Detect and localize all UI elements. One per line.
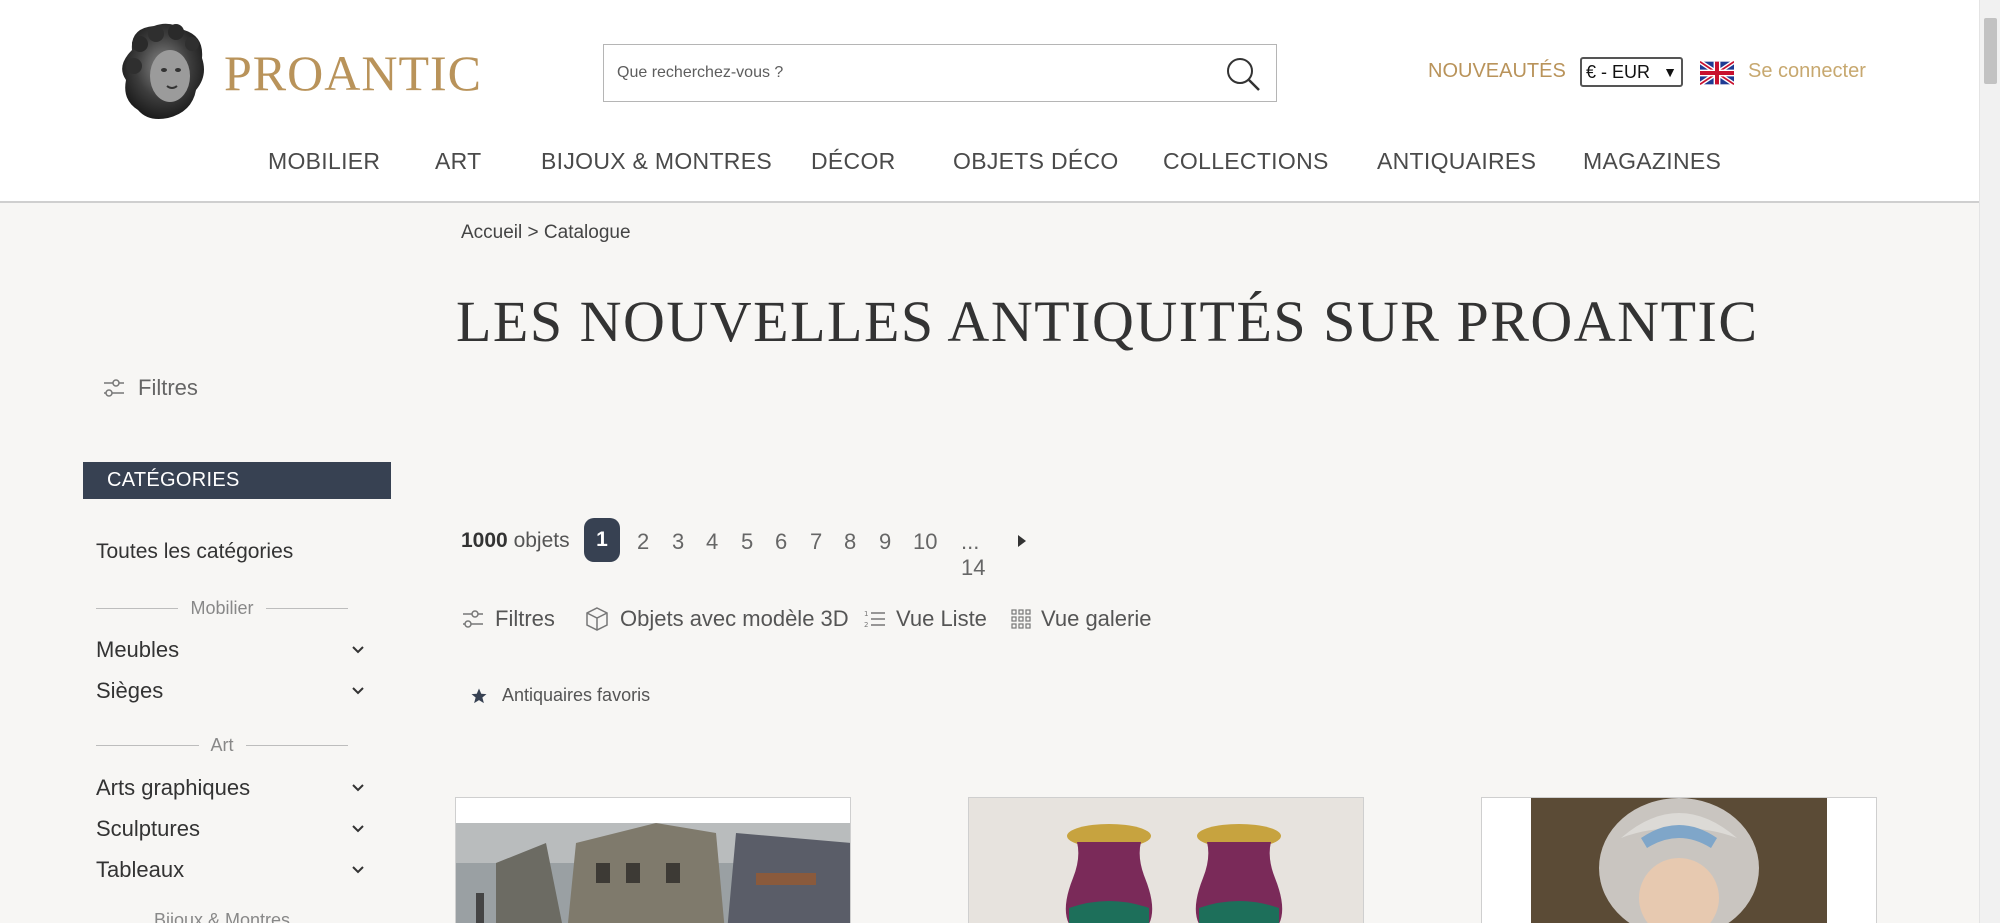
category-label: Arts graphiques bbox=[96, 775, 251, 800]
scrollbar-thumb[interactable] bbox=[1984, 18, 1997, 84]
filter-sliders-icon bbox=[463, 610, 483, 628]
chevron-down-icon[interactable] bbox=[350, 642, 366, 658]
all-categories-link[interactable]: Toutes les catégories bbox=[96, 540, 293, 564]
main-nav: MOBILIER ART BIJOUX & MONTRES DÉCOR OBJE… bbox=[0, 148, 1979, 182]
category-meubles[interactable]: Meubles bbox=[96, 637, 366, 663]
divider bbox=[96, 745, 199, 746]
page-4-link[interactable]: 4 bbox=[706, 529, 718, 555]
models-3d-label: Objets avec modèle 3D bbox=[620, 606, 849, 631]
nav-item-objets-deco[interactable]: OBJETS DÉCO bbox=[953, 148, 1119, 175]
search-icon[interactable] bbox=[1224, 55, 1262, 93]
page-3-link[interactable]: 3 bbox=[672, 529, 684, 555]
category-group-label: Bijoux & Montres bbox=[153, 910, 291, 923]
filter-sliders-icon bbox=[104, 379, 124, 397]
star-icon bbox=[471, 688, 487, 703]
brand-name[interactable]: PROANTIC bbox=[224, 44, 482, 102]
currency-select[interactable]: € - EUR ▼ bbox=[1580, 57, 1683, 87]
breadcrumb-current: Catalogue bbox=[543, 222, 631, 243]
nav-item-art[interactable]: ART bbox=[435, 148, 482, 175]
page-9-link[interactable]: 9 bbox=[879, 529, 891, 555]
category-arts-graphiques[interactable]: Arts graphiques bbox=[96, 775, 366, 801]
page-10-link[interactable]: 10 bbox=[913, 529, 937, 555]
page-1-button[interactable]: 1 bbox=[584, 518, 620, 562]
site-header: PROANTIC NOUVEAUTÉS € - EUR ▼ Se connect… bbox=[0, 0, 1979, 203]
nav-item-mobilier[interactable]: MOBILIER bbox=[268, 148, 380, 175]
svg-text:2: 2 bbox=[864, 621, 868, 629]
divider bbox=[265, 608, 348, 609]
toolbar-filters-label: Filtres bbox=[495, 606, 555, 631]
category-sieges[interactable]: Sièges bbox=[96, 678, 366, 704]
product-thumbnail-pair-of-vases[interactable] bbox=[969, 798, 1364, 923]
breadcrumb-home-link[interactable]: Accueil bbox=[461, 222, 522, 243]
category-group-art: Art bbox=[96, 735, 349, 756]
breadcrumb: Accueil > Catalogue bbox=[461, 222, 631, 244]
page-8-link[interactable]: 8 bbox=[844, 529, 856, 555]
currency-value: € - EUR bbox=[1586, 61, 1651, 82]
page-5-link[interactable]: 5 bbox=[741, 529, 753, 555]
chevron-down-icon[interactable] bbox=[350, 862, 366, 878]
category-sculptures[interactable]: Sculptures bbox=[96, 816, 366, 842]
page-6-link[interactable]: 6 bbox=[775, 529, 787, 555]
list-view-button[interactable]: 1 2 Vue Liste bbox=[864, 606, 987, 632]
category-label: Tableaux bbox=[96, 857, 185, 882]
login-link[interactable]: Se connecter bbox=[1748, 60, 1866, 83]
product-card[interactable] bbox=[455, 797, 851, 923]
chevron-down-icon[interactable] bbox=[350, 780, 366, 796]
product-card[interactable] bbox=[1481, 797, 1877, 923]
page-title: LES NOUVELLES ANTIQUITÉS SUR PROANTIC bbox=[456, 289, 1759, 354]
page-scrollbar[interactable] bbox=[1979, 0, 2000, 923]
nouveautes-link[interactable]: NOUVEAUTÉS bbox=[1428, 60, 1566, 83]
category-group-label: Art bbox=[210, 735, 234, 755]
nav-item-bijoux-montres[interactable]: BIJOUX & MONTRES bbox=[541, 148, 772, 175]
uk-flag-icon[interactable] bbox=[1698, 59, 1736, 87]
nav-item-magazines[interactable]: MAGAZINES bbox=[1583, 148, 1721, 175]
nav-item-decor[interactable]: DÉCOR bbox=[811, 148, 896, 175]
svg-text:1: 1 bbox=[864, 610, 868, 618]
divider bbox=[96, 608, 179, 609]
results-count-label: objets bbox=[513, 529, 570, 552]
breadcrumb-separator: > bbox=[527, 222, 539, 243]
grid-view-icon bbox=[1011, 609, 1031, 629]
list-view-icon: 1 2 bbox=[864, 610, 885, 629]
toolbar-filters-button[interactable]: Filtres bbox=[461, 606, 555, 632]
product-card[interactable] bbox=[968, 797, 1364, 923]
nav-item-antiquaires[interactable]: ANTIQUAIRES bbox=[1377, 148, 1536, 175]
logo-bust-image[interactable] bbox=[112, 20, 212, 122]
category-group-bijoux-montres: Bijoux & Montres bbox=[96, 910, 348, 923]
page-2-link[interactable]: 2 bbox=[637, 529, 649, 555]
sidebar-filters-label: Filtres bbox=[138, 375, 198, 400]
cube-3d-icon bbox=[586, 607, 608, 631]
nav-item-collections[interactable]: COLLECTIONS bbox=[1163, 148, 1329, 175]
category-label: Sièges bbox=[96, 678, 164, 703]
divider bbox=[245, 745, 349, 746]
search-input[interactable] bbox=[604, 45, 1204, 101]
favorite-dealers-toggle[interactable]: Antiquaires favoris bbox=[470, 685, 650, 706]
results-count: 1000 objets bbox=[461, 529, 570, 553]
categories-header: CATÉGORIES bbox=[83, 462, 391, 499]
category-tableaux[interactable]: Tableaux bbox=[96, 857, 366, 883]
product-thumbnail-street-painting[interactable] bbox=[456, 823, 851, 923]
page-7-link[interactable]: 7 bbox=[810, 529, 822, 555]
gallery-view-button[interactable]: Vue galerie bbox=[1011, 606, 1151, 632]
page-last-link[interactable]: ... 14 bbox=[961, 529, 985, 581]
gallery-view-label: Vue galerie bbox=[1041, 606, 1152, 631]
chevron-down-icon[interactable] bbox=[350, 821, 366, 837]
category-group-label: Mobilier bbox=[190, 598, 254, 618]
list-view-label: Vue Liste bbox=[896, 606, 987, 631]
sidebar-filters-button[interactable]: Filtres bbox=[102, 375, 198, 401]
chevron-down-icon[interactable] bbox=[350, 683, 366, 699]
results-count-value: 1000 bbox=[461, 529, 508, 552]
category-label: Meubles bbox=[96, 637, 180, 662]
search-bar bbox=[603, 44, 1277, 102]
models-3d-button[interactable]: Objets avec modèle 3D bbox=[584, 606, 849, 632]
chevron-down-icon: ▼ bbox=[1663, 64, 1677, 80]
product-thumbnail-portrait-pastel[interactable] bbox=[1531, 798, 1827, 923]
category-label: Sculptures bbox=[96, 816, 200, 841]
category-group-mobilier: Mobilier bbox=[96, 598, 348, 619]
favorite-dealers-label: Antiquaires favoris bbox=[502, 685, 651, 705]
next-page-icon[interactable] bbox=[1016, 534, 1028, 548]
